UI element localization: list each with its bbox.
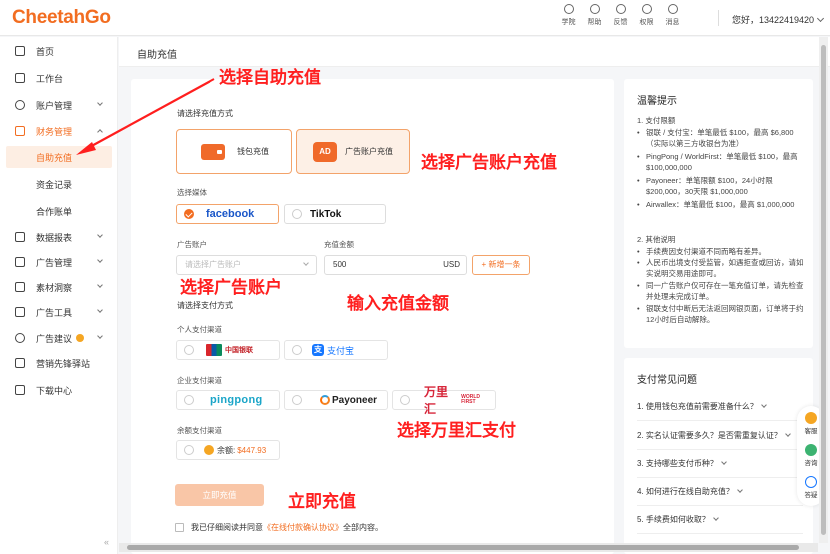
annotation-enter-amount: 输入充值金额	[347, 294, 449, 314]
annotation-arrow-line-2	[79, 81, 211, 154]
annotation-arrow	[76, 78, 215, 155]
annotation-select-worldfirst: 选择万里汇支付	[397, 421, 516, 441]
annotation-select-ad-account: 选择广告账户	[180, 278, 282, 298]
annotation-select-self-recharge: 选择自助充值	[219, 68, 321, 88]
vertical-scrollbar[interactable]	[819, 37, 828, 543]
horizontal-scroll-thumb[interactable]	[127, 545, 799, 550]
vertical-scroll-thumb[interactable]	[821, 45, 826, 535]
horizontal-scrollbar[interactable]	[119, 543, 818, 552]
annotation-select-ad-recharge: 选择广告账户充值	[421, 153, 557, 173]
annotation-recharge-now: 立即充值	[288, 492, 356, 512]
annotation-arrow-line	[83, 78, 215, 151]
